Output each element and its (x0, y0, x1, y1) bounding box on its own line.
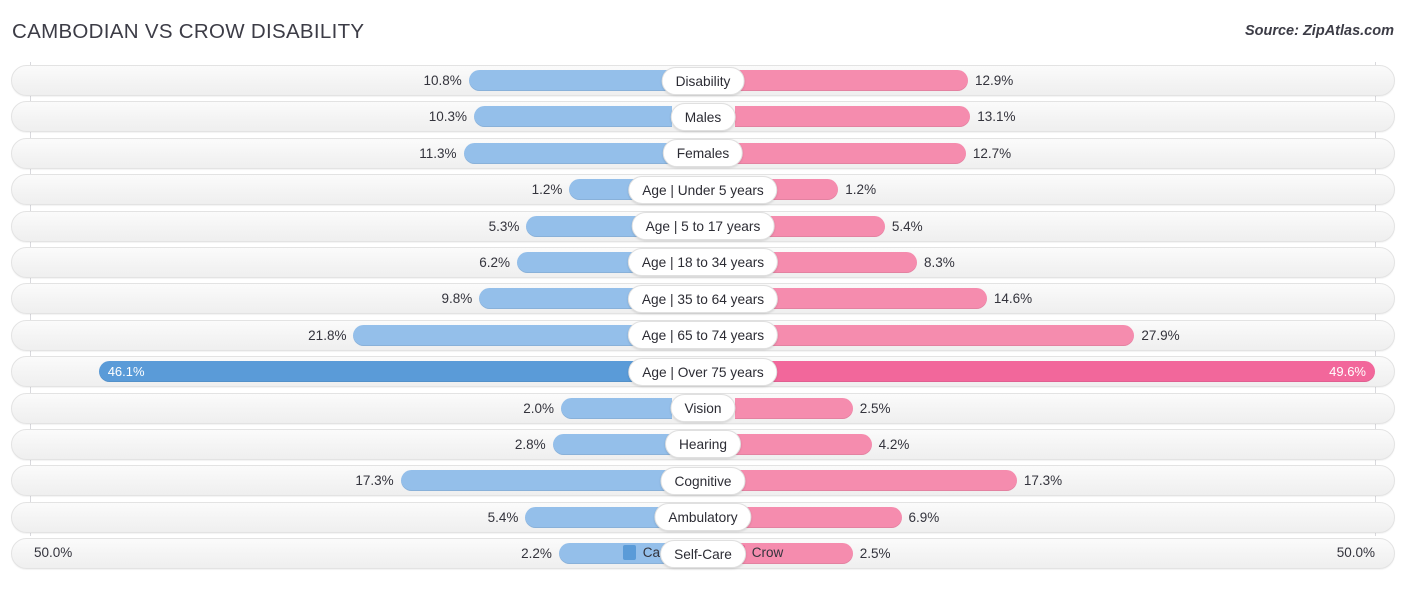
value-label-cambodian: 11.3% (337, 138, 457, 169)
category-label: Age | Over 75 years (628, 358, 777, 386)
category-label: Age | 35 to 64 years (628, 285, 778, 313)
value-label-crow: 27.9% (1141, 320, 1261, 351)
diverging-bar-chart: 10.8% 12.9% Disability 10.3% 13.1% Males 11.3%… (0, 62, 1406, 574)
legend-label: Crow (752, 545, 784, 560)
table-row[interactable]: 5.4% 6.9% Ambulatory (0, 502, 1406, 533)
value-label-crow: 5.4% (892, 211, 1012, 242)
bar-cambodian (474, 106, 672, 127)
value-label-cambodian: 5.4% (398, 502, 518, 533)
bar-cambodian (525, 507, 672, 528)
value-label-cambodian: 17.3% (274, 465, 394, 496)
table-row[interactable]: 10.3% 13.1% Males (0, 101, 1406, 132)
bar-cambodian (401, 470, 672, 491)
table-row[interactable]: 21.8% 27.9% Age | 65 to 74 years (0, 320, 1406, 351)
category-label: Hearing (665, 430, 741, 458)
value-label-crow: 4.2% (879, 429, 999, 460)
table-row[interactable]: 6.2% 8.3% Age | 18 to 34 years (0, 247, 1406, 278)
value-label-crow: 12.9% (975, 65, 1095, 96)
bar-cambodian (353, 325, 672, 346)
bar-crow (735, 398, 853, 419)
value-label-cambodian: 10.3% (347, 101, 467, 132)
value-label-crow: 8.3% (924, 247, 1044, 278)
chart-header: CAMBODIAN VS CROW DISABILITY Source: Zip… (0, 0, 1406, 62)
category-label: Ambulatory (654, 503, 751, 531)
value-label-crow: 17.3% (1024, 465, 1144, 496)
value-label-crow: 12.7% (973, 138, 1093, 169)
value-label-crow: 13.1% (977, 101, 1097, 132)
value-label-cambodian: 46.1% (108, 356, 228, 387)
value-label-cambodian: 1.2% (442, 174, 562, 205)
table-row[interactable]: 9.8% 14.6% Age | 35 to 64 years (0, 283, 1406, 314)
value-label-crow: 1.2% (845, 174, 965, 205)
value-label-crow: 49.6% (1246, 356, 1366, 387)
table-row[interactable]: 10.8% 12.9% Disability (0, 65, 1406, 96)
value-label-cambodian: 9.8% (352, 283, 472, 314)
bar-crow (735, 470, 1017, 491)
category-label: Self-Care (660, 540, 746, 568)
category-label: Disability (662, 67, 745, 95)
bar-crow (735, 143, 966, 164)
category-label: Age | 65 to 74 years (628, 321, 778, 349)
bar-cambodian (561, 398, 672, 419)
bar-crow (735, 106, 970, 127)
bar-crow (735, 507, 902, 528)
value-label-cambodian: 21.8% (226, 320, 346, 351)
value-label-cambodian: 2.0% (434, 393, 554, 424)
bar-cambodian (553, 434, 672, 455)
value-label-cambodian: 6.2% (390, 247, 510, 278)
table-row[interactable]: 2.8% 4.2% Hearing (0, 429, 1406, 460)
value-label-cambodian: 2.8% (426, 429, 546, 460)
table-row[interactable]: 17.3% 17.3% Cognitive (0, 465, 1406, 496)
value-label-cambodian: 10.8% (342, 65, 462, 96)
value-label-cambodian: 5.3% (399, 211, 519, 242)
table-row[interactable]: 46.1% 49.6% Age | Over 75 years (0, 356, 1406, 387)
category-label: Age | Under 5 years (628, 176, 777, 204)
table-row[interactable]: 5.3% 5.4% Age | 5 to 17 years (0, 211, 1406, 242)
bar-cambodian (469, 70, 672, 91)
category-label: Vision (670, 394, 735, 422)
category-label: Males (671, 103, 736, 131)
bar-crow (735, 325, 1134, 346)
table-row[interactable]: 11.3% 12.7% Females (0, 138, 1406, 169)
bar-crow (735, 434, 872, 455)
bar-cambodian (464, 143, 672, 164)
category-label: Age | 18 to 34 years (628, 248, 778, 276)
page-title: CAMBODIAN VS CROW DISABILITY (12, 20, 364, 44)
table-row[interactable]: 2.0% 2.5% Vision (0, 393, 1406, 424)
chart-rows: 10.8% 12.9% Disability 10.3% 13.1% Males 11.3%… (0, 65, 1406, 574)
category-label: Cognitive (660, 467, 745, 495)
value-label-crow: 2.5% (860, 393, 980, 424)
category-label: Age | 5 to 17 years (632, 212, 775, 240)
value-label-crow: 6.9% (909, 502, 1029, 533)
bar-crow (735, 70, 968, 91)
value-label-crow: 14.6% (994, 283, 1114, 314)
category-label: Females (663, 139, 743, 167)
source-attribution: Source: ZipAtlas.com (1245, 23, 1394, 39)
legend-swatch-icon (623, 545, 636, 560)
table-row[interactable]: 1.2% 1.2% Age | Under 5 years (0, 174, 1406, 205)
